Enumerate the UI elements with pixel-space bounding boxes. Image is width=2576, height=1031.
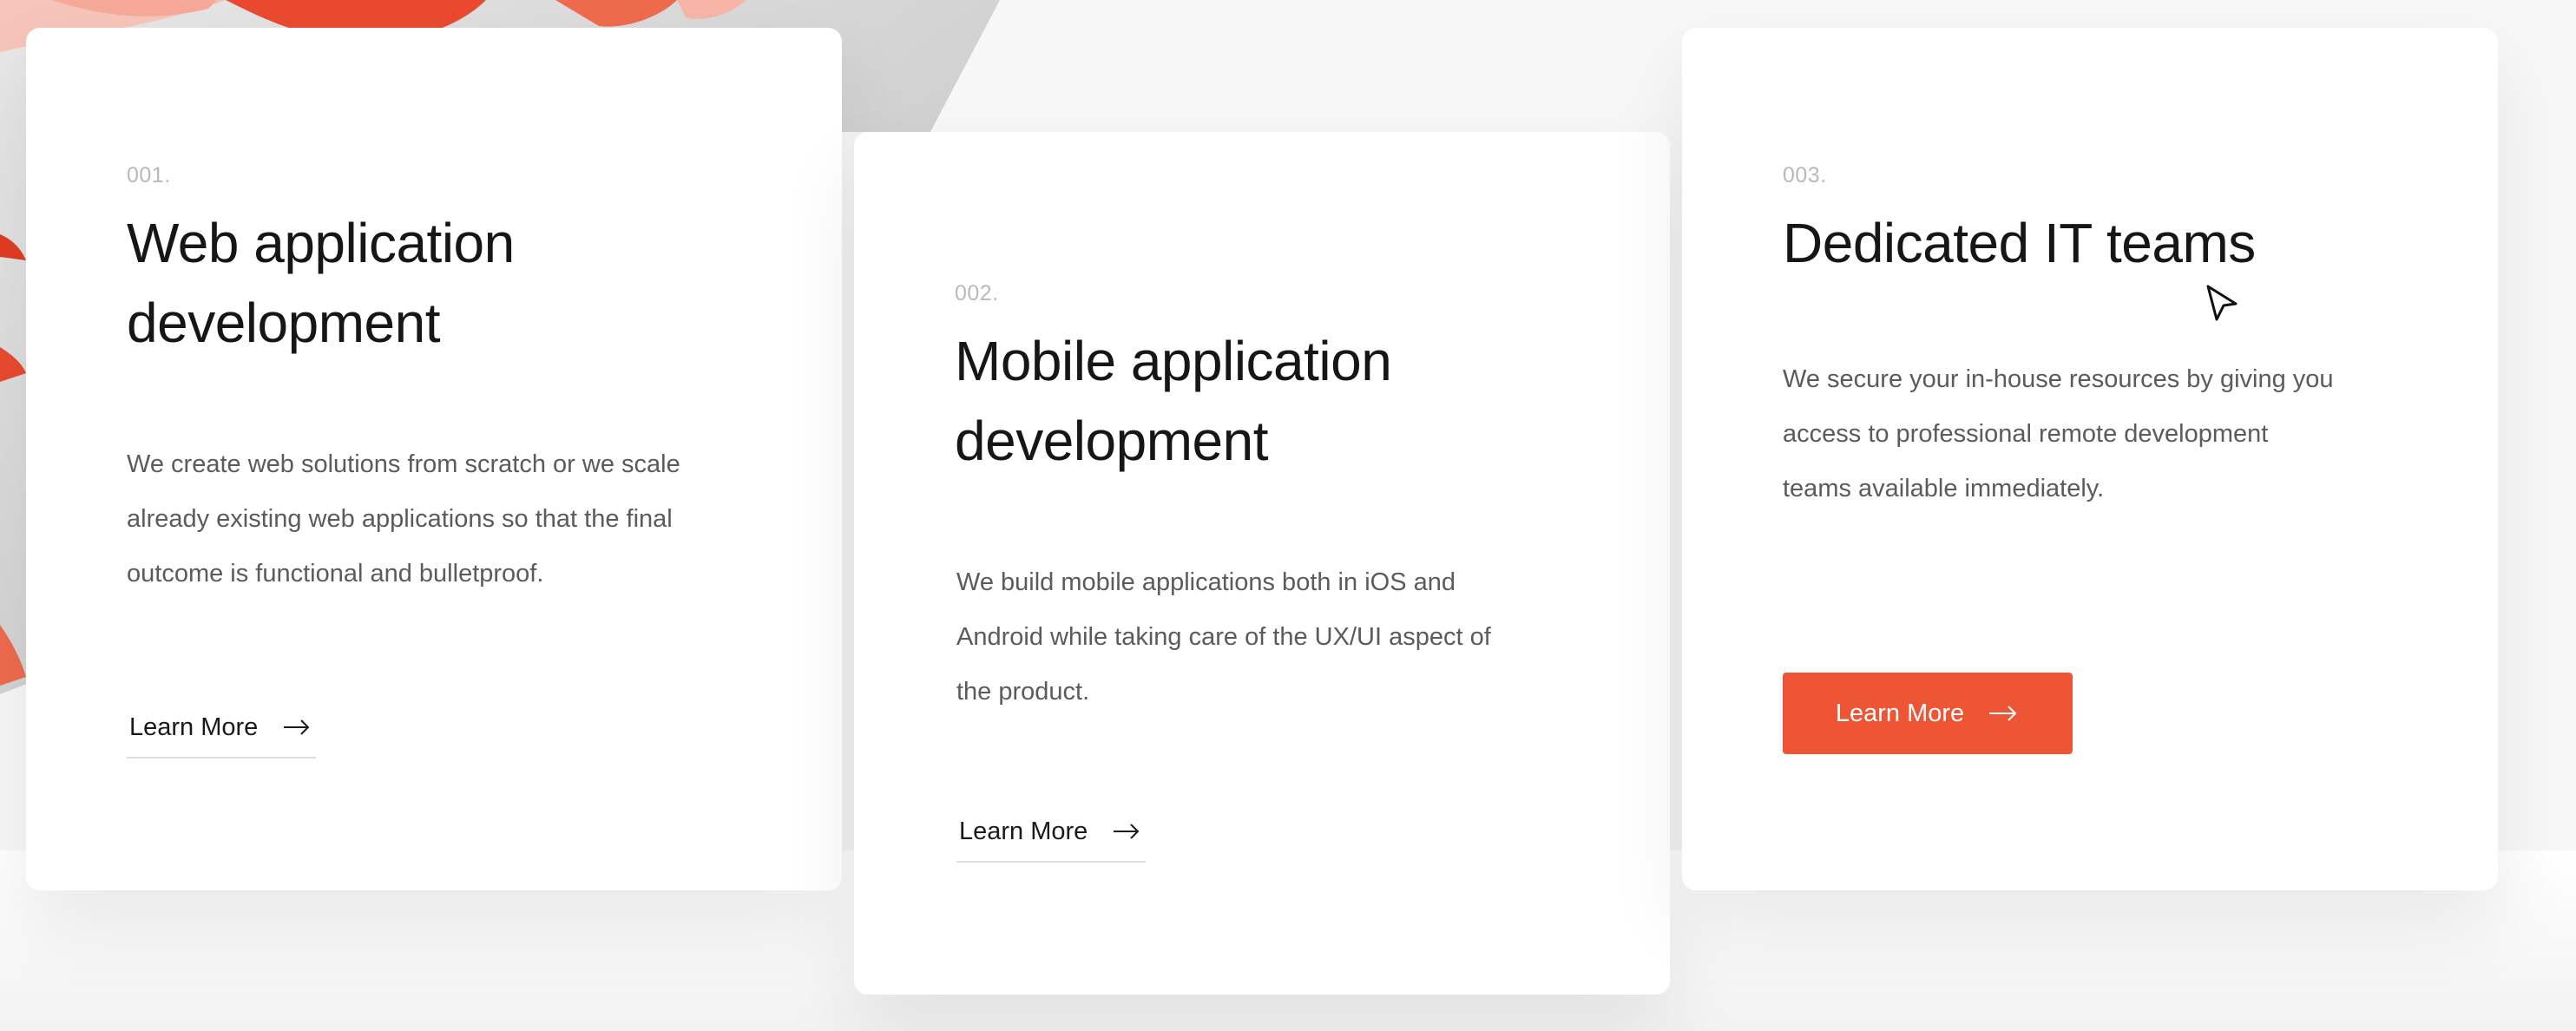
service-card-web: 001. Web application development We crea… [26, 28, 842, 890]
learn-more-label: Learn More [129, 713, 259, 741]
arrow-right-icon [284, 719, 310, 735]
learn-more-label: Learn More [1835, 699, 1965, 727]
card-description: We create web solutions from scratch or … [127, 450, 680, 588]
learn-more-label: Learn More [959, 818, 1088, 845]
card-number: 003. [1783, 163, 1827, 187]
service-card-mobile: 002. Mobile application development We b… [854, 132, 1670, 995]
learn-more-link[interactable]: Learn More [956, 816, 1146, 863]
mouse-cursor-icon [2206, 285, 2238, 321]
card-title: Dedicated IT teams [1783, 212, 2256, 274]
card-title: Mobile application development [955, 330, 1392, 472]
service-card-teams: 003. Dedicated IT teams We secure your i… [1682, 28, 2498, 890]
card-description: We build mobile applications both in iOS… [956, 568, 1491, 706]
learn-more-link[interactable]: Learn More [127, 712, 316, 758]
learn-more-button[interactable]: Learn More [1783, 673, 2073, 754]
card-description: We secure your in-house resources by giv… [1783, 365, 2334, 502]
card-number: 002. [955, 281, 999, 305]
card-number: 001. [127, 163, 171, 187]
arrow-right-icon [1989, 706, 2017, 721]
card-title: Web application development [127, 212, 515, 354]
arrow-right-icon [1114, 824, 1140, 839]
